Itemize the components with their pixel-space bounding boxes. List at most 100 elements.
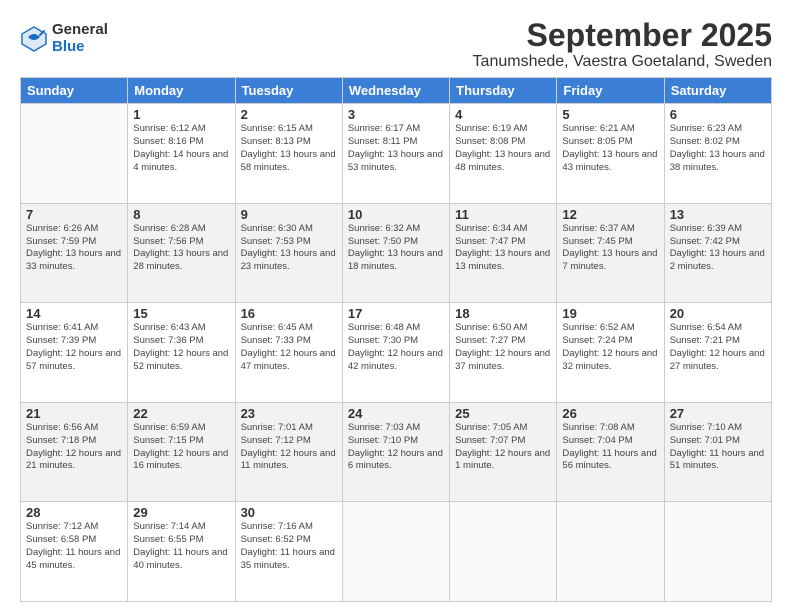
table-row [664,502,771,602]
table-row: 13Sunrise: 6:39 AM Sunset: 7:42 PM Dayli… [664,203,771,303]
table-row [450,502,557,602]
table-row: 7Sunrise: 6:26 AM Sunset: 7:59 PM Daylig… [21,203,128,303]
day-number: 20 [670,306,766,321]
header-monday: Monday [128,78,235,104]
table-row: 27Sunrise: 7:10 AM Sunset: 7:01 PM Dayli… [664,402,771,502]
table-row: 16Sunrise: 6:45 AM Sunset: 7:33 PM Dayli… [235,303,342,403]
day-number: 2 [241,107,337,122]
day-info: Sunrise: 6:50 AM Sunset: 7:27 PM Dayligh… [455,322,551,373]
day-number: 3 [348,107,444,122]
table-row: 20Sunrise: 6:54 AM Sunset: 7:21 PM Dayli… [664,303,771,403]
table-row: 15Sunrise: 6:43 AM Sunset: 7:36 PM Dayli… [128,303,235,403]
day-info: Sunrise: 6:37 AM Sunset: 7:45 PM Dayligh… [562,223,658,274]
day-number: 15 [133,306,229,321]
table-row: 26Sunrise: 7:08 AM Sunset: 7:04 PM Dayli… [557,402,664,502]
table-row: 19Sunrise: 6:52 AM Sunset: 7:24 PM Dayli… [557,303,664,403]
logo-text: General Blue [52,22,108,55]
day-info: Sunrise: 6:21 AM Sunset: 8:05 PM Dayligh… [562,123,658,174]
day-number: 19 [562,306,658,321]
header-sunday: Sunday [21,78,128,104]
calendar-week-row: 14Sunrise: 6:41 AM Sunset: 7:39 PM Dayli… [21,303,772,403]
day-number: 29 [133,505,229,520]
table-row: 4Sunrise: 6:19 AM Sunset: 8:08 PM Daylig… [450,104,557,204]
day-number: 6 [670,107,766,122]
day-info: Sunrise: 6:19 AM Sunset: 8:08 PM Dayligh… [455,123,551,174]
day-number: 21 [26,406,122,421]
day-info: Sunrise: 6:45 AM Sunset: 7:33 PM Dayligh… [241,322,337,373]
day-info: Sunrise: 7:16 AM Sunset: 6:52 PM Dayligh… [241,521,337,572]
table-row: 22Sunrise: 6:59 AM Sunset: 7:15 PM Dayli… [128,402,235,502]
day-number: 1 [133,107,229,122]
header-wednesday: Wednesday [342,78,449,104]
table-row: 11Sunrise: 6:34 AM Sunset: 7:47 PM Dayli… [450,203,557,303]
day-info: Sunrise: 6:17 AM Sunset: 8:11 PM Dayligh… [348,123,444,174]
logo-general: General [52,22,108,39]
day-info: Sunrise: 6:41 AM Sunset: 7:39 PM Dayligh… [26,322,122,373]
day-info: Sunrise: 6:28 AM Sunset: 7:56 PM Dayligh… [133,223,229,274]
day-info: Sunrise: 6:30 AM Sunset: 7:53 PM Dayligh… [241,223,337,274]
month-title: September 2025 [473,18,772,53]
header-saturday: Saturday [664,78,771,104]
day-number: 4 [455,107,551,122]
title-block: September 2025 Tanumshede, Vaestra Goeta… [473,18,772,71]
table-row: 23Sunrise: 7:01 AM Sunset: 7:12 PM Dayli… [235,402,342,502]
day-number: 8 [133,207,229,222]
table-row: 21Sunrise: 6:56 AM Sunset: 7:18 PM Dayli… [21,402,128,502]
day-number: 22 [133,406,229,421]
table-row [21,104,128,204]
day-number: 5 [562,107,658,122]
day-number: 27 [670,406,766,421]
logo-icon [20,25,48,53]
table-row: 3Sunrise: 6:17 AM Sunset: 8:11 PM Daylig… [342,104,449,204]
table-row: 8Sunrise: 6:28 AM Sunset: 7:56 PM Daylig… [128,203,235,303]
table-row: 29Sunrise: 7:14 AM Sunset: 6:55 PM Dayli… [128,502,235,602]
day-number: 7 [26,207,122,222]
table-row: 12Sunrise: 6:37 AM Sunset: 7:45 PM Dayli… [557,203,664,303]
day-info: Sunrise: 6:32 AM Sunset: 7:50 PM Dayligh… [348,223,444,274]
table-row: 9Sunrise: 6:30 AM Sunset: 7:53 PM Daylig… [235,203,342,303]
header-tuesday: Tuesday [235,78,342,104]
calendar-week-row: 21Sunrise: 6:56 AM Sunset: 7:18 PM Dayli… [21,402,772,502]
day-info: Sunrise: 6:12 AM Sunset: 8:16 PM Dayligh… [133,123,229,174]
day-info: Sunrise: 7:12 AM Sunset: 6:58 PM Dayligh… [26,521,122,572]
day-number: 16 [241,306,337,321]
table-row [557,502,664,602]
day-number: 23 [241,406,337,421]
table-row: 10Sunrise: 6:32 AM Sunset: 7:50 PM Dayli… [342,203,449,303]
table-row: 1Sunrise: 6:12 AM Sunset: 8:16 PM Daylig… [128,104,235,204]
day-number: 14 [26,306,122,321]
day-info: Sunrise: 7:01 AM Sunset: 7:12 PM Dayligh… [241,422,337,473]
table-row: 25Sunrise: 7:05 AM Sunset: 7:07 PM Dayli… [450,402,557,502]
location-subtitle: Tanumshede, Vaestra Goetaland, Sweden [473,53,772,71]
table-row [342,502,449,602]
day-number: 24 [348,406,444,421]
calendar-week-row: 7Sunrise: 6:26 AM Sunset: 7:59 PM Daylig… [21,203,772,303]
day-number: 25 [455,406,551,421]
table-row: 18Sunrise: 6:50 AM Sunset: 7:27 PM Dayli… [450,303,557,403]
calendar-header-row: Sunday Monday Tuesday Wednesday Thursday… [21,78,772,104]
day-number: 12 [562,207,658,222]
table-row: 24Sunrise: 7:03 AM Sunset: 7:10 PM Dayli… [342,402,449,502]
table-row: 17Sunrise: 6:48 AM Sunset: 7:30 PM Dayli… [342,303,449,403]
day-info: Sunrise: 6:54 AM Sunset: 7:21 PM Dayligh… [670,322,766,373]
day-info: Sunrise: 6:43 AM Sunset: 7:36 PM Dayligh… [133,322,229,373]
day-info: Sunrise: 6:15 AM Sunset: 8:13 PM Dayligh… [241,123,337,174]
day-number: 26 [562,406,658,421]
day-info: Sunrise: 6:26 AM Sunset: 7:59 PM Dayligh… [26,223,122,274]
day-number: 28 [26,505,122,520]
day-number: 18 [455,306,551,321]
day-number: 13 [670,207,766,222]
day-info: Sunrise: 6:59 AM Sunset: 7:15 PM Dayligh… [133,422,229,473]
table-row: 28Sunrise: 7:12 AM Sunset: 6:58 PM Dayli… [21,502,128,602]
day-number: 30 [241,505,337,520]
header-thursday: Thursday [450,78,557,104]
day-number: 9 [241,207,337,222]
header-friday: Friday [557,78,664,104]
day-info: Sunrise: 6:52 AM Sunset: 7:24 PM Dayligh… [562,322,658,373]
table-row: 14Sunrise: 6:41 AM Sunset: 7:39 PM Dayli… [21,303,128,403]
table-row: 30Sunrise: 7:16 AM Sunset: 6:52 PM Dayli… [235,502,342,602]
day-number: 17 [348,306,444,321]
day-info: Sunrise: 7:05 AM Sunset: 7:07 PM Dayligh… [455,422,551,473]
logo: General Blue [20,22,108,55]
table-row: 2Sunrise: 6:15 AM Sunset: 8:13 PM Daylig… [235,104,342,204]
